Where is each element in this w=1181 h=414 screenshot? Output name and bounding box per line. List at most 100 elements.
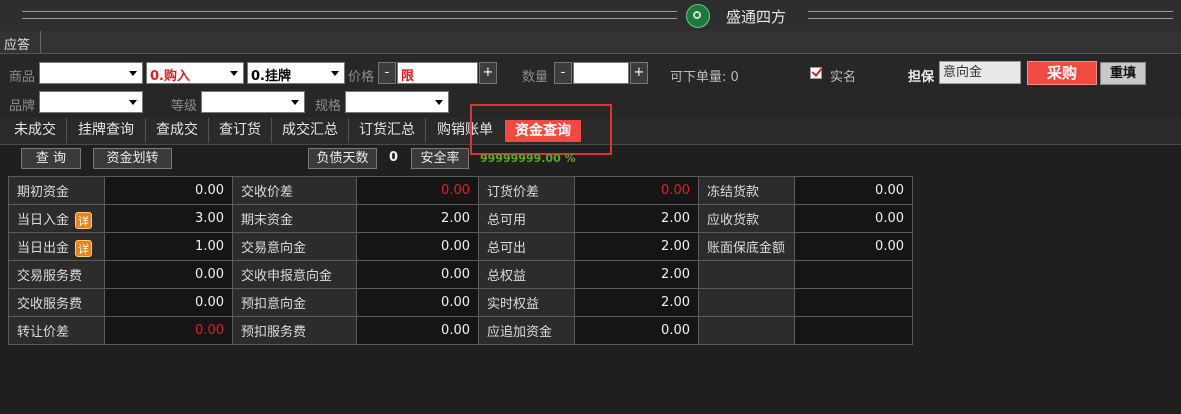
fund-item-label: 应收货款 (698, 204, 795, 233)
fund-item-label-text: 当日出金 (17, 240, 70, 256)
fund-item-value (794, 288, 913, 317)
fund-item-value: 1.00 (104, 232, 233, 261)
fund-item-value: 2.00 (574, 260, 699, 289)
safety-rate-button[interactable]: 安全率 (411, 148, 469, 169)
qty-input[interactable] (573, 62, 629, 84)
table-row: 交收服务费 0.00 预扣意向金 0.00 实时权益 2.00 (8, 288, 913, 317)
fund-transfer-button[interactable]: 资金划转 (93, 148, 172, 169)
price-input-value: 限 (401, 69, 415, 84)
fund-item-label: 预扣服务费 (232, 316, 357, 345)
reset-button[interactable]: 重填 (1100, 62, 1146, 85)
qty-increment-button[interactable]: + (630, 62, 648, 84)
fund-item-label: 期末资金 (232, 204, 357, 233)
chevron-down-icon (129, 71, 137, 76)
buy-button[interactable]: 采购 (1027, 61, 1097, 85)
product-label: 商品 (9, 70, 36, 85)
brand-label: 品牌 (9, 99, 36, 114)
window-title: 盛通四方 (726, 8, 787, 26)
chevron-down-icon (435, 100, 443, 105)
fund-item-label-text: 预扣意向金 (241, 297, 307, 312)
qty-label: 数量 (522, 70, 549, 85)
fund-item-label-text: 应追加资金 (487, 325, 553, 340)
grade-select[interactable] (201, 91, 305, 113)
fund-item-value: 2.00 (574, 232, 699, 261)
fund-item-value: 0.00 (794, 232, 913, 261)
qty-decrement-button[interactable]: - (554, 62, 572, 84)
fund-item-value: 0.00 (104, 316, 233, 345)
fund-item-label: 交易意向金 (232, 232, 357, 261)
fund-item-value: 0.00 (794, 176, 913, 205)
title-decoration-left (22, 11, 677, 19)
detail-icon[interactable]: 详 (75, 239, 93, 257)
real-name-label: 实名 (830, 70, 857, 85)
direction-select[interactable]: 0.购入 (146, 62, 244, 84)
safety-rate-value: 99999999.00 % (480, 152, 576, 165)
table-row: 当日出金详 1.00 交易意向金 0.00 总可出 2.00 账面保底金额 0.00 (8, 232, 913, 261)
tab-orders[interactable]: 查订货 (209, 118, 272, 143)
fund-item-value: 3.00 (104, 204, 233, 233)
fund-item-label: 实时权益 (478, 288, 575, 317)
brand-select[interactable] (39, 91, 143, 113)
fund-item-label-text: 总可用 (487, 213, 527, 228)
fund-item-label-text: 冻结货款 (707, 185, 760, 200)
table-row: 期初资金 0.00 交收价差 0.00 订货价差 0.00 冻结货款 0.00 (8, 176, 913, 205)
fund-item-label (698, 316, 795, 345)
fund-item-label: 总权益 (478, 260, 575, 289)
fund-item-label: 转让价差 (8, 316, 105, 345)
tab-trade-summary[interactable]: 成交汇总 (272, 118, 349, 143)
fund-item-label-text: 应收货款 (707, 213, 760, 228)
spec-label: 规格 (315, 99, 342, 114)
tab-listing-query[interactable]: 挂牌查询 (67, 118, 146, 143)
product-select[interactable] (39, 62, 143, 84)
fund-item-value (794, 260, 913, 289)
fund-item-value: 0.00 (104, 176, 233, 205)
tab-trades[interactable]: 查成交 (146, 118, 209, 143)
fund-item-label: 期初资金 (8, 176, 105, 205)
fund-item-label: 冻结货款 (698, 176, 795, 205)
table-row: 转让价差 0.00 预扣服务费 0.00 应追加资金 0.00 (8, 316, 913, 345)
fund-item-label: 应追加资金 (478, 316, 575, 345)
debt-days-value: 0 (389, 150, 399, 165)
debt-days-button[interactable]: 负债天数 (308, 148, 377, 169)
order-type-select-value: 0.挂牌 (251, 69, 291, 84)
price-increment-button[interactable]: + (479, 62, 497, 84)
fund-item-value: 2.00 (356, 204, 479, 233)
detail-icon[interactable]: 详 (75, 211, 93, 229)
tab-reply[interactable]: 应答 (4, 34, 30, 53)
chevron-down-icon (129, 100, 137, 105)
chevron-down-icon (291, 100, 299, 105)
fund-table: 期初资金 0.00 交收价差 0.00 订货价差 0.00 冻结货款 0.00 当日入金详 3.0… (8, 176, 913, 345)
fund-item-value: 0.00 (794, 204, 913, 233)
table-row: 当日入金详 3.00 期末资金 2.00 总可用 2.00 应收货款 0.00 (8, 204, 913, 233)
direction-select-value: 0.购入 (150, 69, 190, 84)
fund-item-label (698, 260, 795, 289)
highlight-box (470, 104, 612, 155)
fund-item-label-text: 转让价差 (17, 325, 70, 340)
fund-item-label-text: 实时权益 (487, 297, 540, 312)
price-input[interactable]: 限 (397, 62, 478, 84)
fund-item-label-text: 预扣服务费 (241, 325, 307, 340)
fund-item-value (794, 316, 913, 345)
fund-item-label-text: 交收服务费 (17, 297, 83, 312)
max-qty-text: 可下单量: 0 (670, 70, 739, 85)
tab-unfilled[interactable]: 未成交 (4, 118, 67, 143)
fund-item-value: 2.00 (574, 288, 699, 317)
reply-bar: 应答 (0, 31, 1181, 54)
fund-item-value: 0.00 (356, 260, 479, 289)
fund-item-value: 0.00 (356, 176, 479, 205)
title-decoration-right (808, 11, 1173, 19)
fund-item-label: 订货价差 (478, 176, 575, 205)
spec-select[interactable] (345, 91, 449, 113)
price-decrement-button[interactable]: - (378, 62, 396, 84)
tab-order-summary[interactable]: 订货汇总 (349, 118, 426, 143)
fund-item-label-text: 交收申报意向金 (241, 269, 333, 284)
fund-item-value: 0.00 (356, 316, 479, 345)
fund-item-value: 0.00 (104, 288, 233, 317)
fund-item-label: 账面保底金额 (698, 232, 795, 261)
margin-field[interactable]: 意向金 (939, 61, 1021, 84)
query-button[interactable]: 查 询 (21, 148, 81, 169)
order-type-select[interactable]: 0.挂牌 (247, 62, 345, 84)
fund-item-value: 0.00 (574, 316, 699, 345)
real-name-checkbox[interactable] (810, 67, 822, 79)
fund-item-label-text: 总权益 (487, 269, 527, 284)
